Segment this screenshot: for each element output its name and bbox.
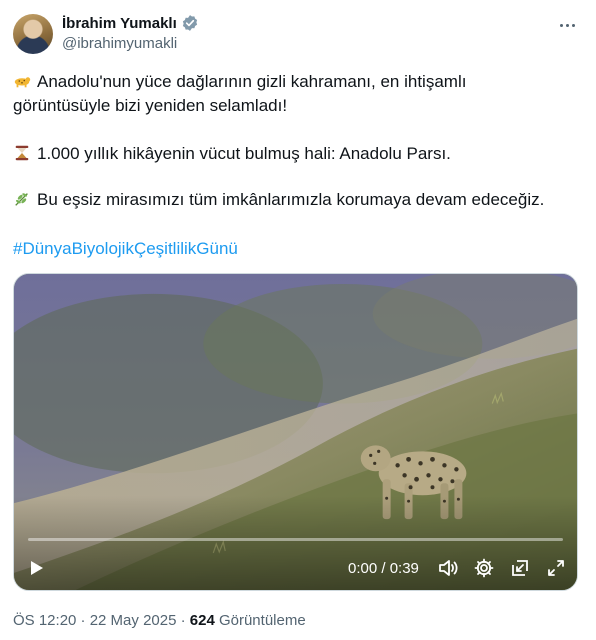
fullscreen-icon[interactable]	[544, 556, 568, 580]
video-time: 0:00 / 0:39	[348, 560, 419, 577]
verified-badge-icon	[182, 15, 197, 31]
tweet-paragraph-1: Anadolu'nun yüce dağlarının gizli kahram…	[13, 70, 583, 118]
picture-in-picture-icon[interactable]	[508, 556, 532, 580]
video-progress-bar[interactable]	[28, 538, 563, 541]
avatar[interactable]	[13, 14, 53, 54]
tweet-meta: ÖS 12:20 · 22 May 2025 · 624 Görüntüleme	[13, 612, 306, 629]
tweet-line-2: görüntüsüyle bizi yeniden selamladı!	[13, 96, 288, 115]
settings-gear-icon[interactable]	[472, 556, 496, 580]
tweet-line-4: Bu eşsiz mirasımızı tüm imkânlarımızla k…	[37, 190, 545, 209]
tweet-timestamp[interactable]: ÖS 12:20 · 22 May 2025 ·	[13, 612, 190, 629]
author-name[interactable]: İbrahim Yumaklı	[62, 15, 177, 32]
hashtag-link[interactable]: #DünyaBiyolojikÇeşitlilikGünü	[13, 239, 238, 258]
herb-emoji	[15, 193, 28, 206]
video-controls: 0:00 / 0:39	[14, 532, 577, 590]
more-options-icon[interactable]	[556, 16, 578, 34]
hashtag-row: #DünyaBiyolojikÇeşitlilikGünü	[13, 237, 583, 261]
author-row: İbrahim Yumaklı	[62, 14, 199, 32]
leopard-emoji	[14, 77, 31, 88]
tweet-line-1: Anadolu'nun yüce dağlarının gizli kahram…	[37, 72, 467, 91]
tweet-paragraph-2: 1.000 yıllık hikâyenin vücut bulmuş hali…	[13, 142, 583, 166]
tweet-line-3: 1.000 yıllık hikâyenin vücut bulmuş hali…	[37, 144, 451, 163]
video-player[interactable]: 0:00 / 0:39	[13, 273, 578, 591]
play-icon[interactable]	[24, 556, 48, 580]
views-label: Görüntüleme	[214, 612, 306, 629]
views-count: 624	[189, 612, 215, 629]
tweet-paragraph-3: Bu eşsiz mirasımızı tüm imkânlarımızla k…	[13, 188, 583, 212]
volume-icon[interactable]	[436, 556, 460, 580]
author-handle[interactable]: @ibrahimyumakli	[62, 35, 177, 52]
hourglass-emoji	[15, 145, 29, 161]
